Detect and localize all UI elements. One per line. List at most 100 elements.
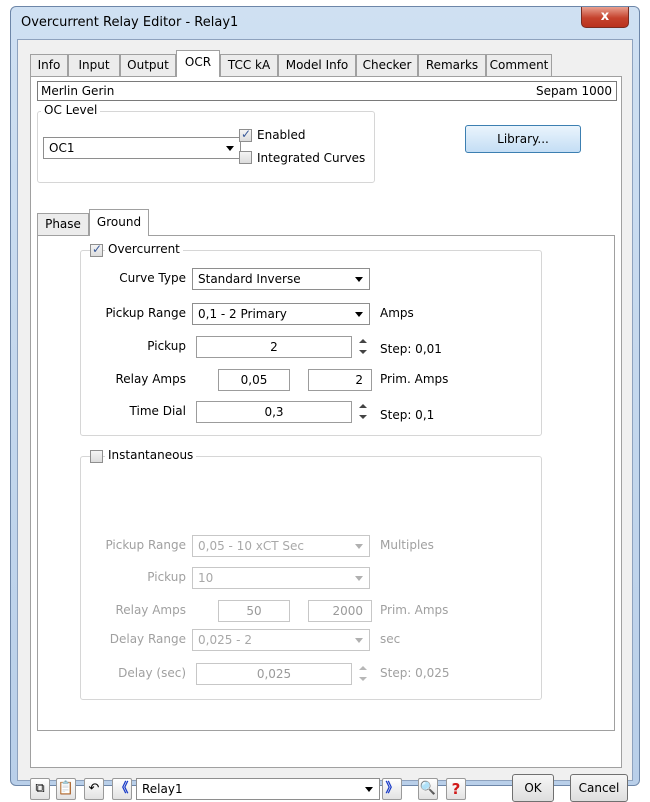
tab-model-info[interactable]: Model Info bbox=[278, 54, 356, 76]
ground-panel: Overcurrent Curve Type Standard Inverse … bbox=[37, 235, 615, 731]
delay-range-select[interactable]: 0,025 - 2 bbox=[192, 629, 370, 651]
editor-window: Overcurrent Relay Editor - Relay1 x Info… bbox=[10, 6, 640, 802]
inst-prim-amps-input[interactable]: 2000 bbox=[308, 600, 372, 622]
next-relay-button[interactable]: 》 bbox=[382, 778, 402, 800]
tab-checker[interactable]: Checker bbox=[356, 54, 418, 76]
tab-tcc-ka[interactable]: TCC kA bbox=[220, 54, 278, 76]
oc-level-value: OC1 bbox=[49, 141, 75, 155]
ok-button[interactable]: OK bbox=[512, 774, 554, 802]
subtab-phase[interactable]: Phase bbox=[37, 213, 89, 235]
integrated-curves-label: Integrated Curves bbox=[257, 151, 366, 165]
pickup-range-unit: Amps bbox=[380, 306, 414, 320]
delay-range-label: Delay Range bbox=[109, 632, 186, 646]
curve-type-label: Curve Type bbox=[119, 271, 186, 285]
pickup-range-select[interactable]: 0,1 - 2 Primary bbox=[192, 303, 370, 325]
spin-down-icon bbox=[359, 415, 367, 419]
inst-pickup-label: Pickup bbox=[147, 570, 186, 584]
find-button[interactable]: 🔍 bbox=[418, 778, 438, 800]
inst-pickup-select[interactable]: 10 bbox=[192, 567, 370, 589]
inst-relay-amps-input[interactable]: 50 bbox=[218, 600, 290, 622]
manufacturer-label: Merlin Gerin bbox=[41, 84, 115, 98]
prim-amps-input[interactable]: 2 bbox=[308, 369, 372, 391]
binoculars-icon: 🔍 bbox=[419, 781, 437, 796]
previous-relay-button[interactable]: 《 bbox=[112, 778, 132, 800]
relay-model-bar: Merlin Gerin Sepam 1000 bbox=[37, 81, 617, 101]
pickup-label: Pickup bbox=[147, 339, 186, 353]
inst-prim-amps-label: Prim. Amps bbox=[380, 603, 449, 617]
enabled-label: Enabled bbox=[257, 128, 306, 142]
spin-up-icon bbox=[359, 339, 367, 343]
chevron-down-icon bbox=[226, 146, 234, 151]
curve-type-select[interactable]: Standard Inverse bbox=[192, 268, 370, 290]
relay-amps-label: Relay Amps bbox=[115, 372, 186, 386]
title-bar[interactable]: Overcurrent Relay Editor - Relay1 x bbox=[11, 7, 639, 39]
chevron-down-icon bbox=[355, 277, 363, 282]
tab-output[interactable]: Output bbox=[120, 54, 176, 76]
relay-amps-input[interactable]: 0,05 bbox=[218, 369, 290, 391]
inst-pickup-range-select[interactable]: 0,05 - 10 xCT Sec bbox=[192, 535, 370, 557]
pickup-input[interactable]: 2 bbox=[196, 336, 352, 358]
delay-spinner[interactable] bbox=[356, 662, 370, 686]
delay-range-value: 0,025 - 2 bbox=[198, 633, 252, 647]
inst-pickup-value: 10 bbox=[198, 571, 214, 585]
delay-input[interactable]: 0,025 bbox=[196, 663, 352, 685]
chevron-down-icon bbox=[355, 312, 363, 317]
tab-ocr[interactable]: OCR bbox=[176, 50, 220, 77]
subtab-ground[interactable]: Ground bbox=[89, 209, 149, 236]
library-button[interactable]: Library... bbox=[465, 125, 581, 153]
pickup-step: Step: 0,01 bbox=[380, 342, 442, 356]
time-dial-spinner[interactable] bbox=[356, 400, 370, 424]
pickup-range-label: Pickup Range bbox=[105, 306, 186, 320]
tab-input[interactable]: Input bbox=[68, 54, 120, 76]
time-dial-label: Time Dial bbox=[129, 404, 186, 418]
window-title: Overcurrent Relay Editor - Relay1 bbox=[21, 15, 239, 30]
clipboard-icon: 📋 bbox=[57, 781, 75, 796]
pickup-spinner[interactable] bbox=[356, 335, 370, 359]
delay-label: Delay (sec) bbox=[118, 666, 186, 680]
prim-amps-label: Prim. Amps bbox=[380, 372, 449, 386]
paste-button[interactable]: 📋 bbox=[56, 778, 76, 800]
chevron-down-icon bbox=[355, 544, 363, 549]
tab-info[interactable]: Info bbox=[30, 54, 68, 76]
copy-icon: ⧉ bbox=[35, 781, 45, 796]
instantaneous-label: Instantaneous bbox=[105, 448, 197, 462]
inst-pickup-range-value: 0,05 - 10 xCT Sec bbox=[198, 539, 304, 553]
ocr-tab-panel: Merlin Gerin Sepam 1000 OC Level OC1 Ena… bbox=[30, 76, 622, 768]
delay-step: Step: 0,025 bbox=[380, 666, 450, 680]
help-icon: ? bbox=[451, 780, 461, 798]
model-label: Sepam 1000 bbox=[535, 84, 612, 98]
delay-range-unit: sec bbox=[380, 632, 401, 646]
curve-type-value: Standard Inverse bbox=[198, 272, 301, 286]
cancel-button[interactable]: Cancel bbox=[570, 774, 628, 802]
undo-button[interactable]: ↶ bbox=[84, 778, 104, 800]
overcurrent-label: Overcurrent bbox=[105, 242, 183, 256]
integrated-curves-checkbox[interactable] bbox=[239, 151, 252, 164]
tab-remarks[interactable]: Remarks bbox=[418, 54, 486, 76]
close-button[interactable]: x bbox=[581, 7, 629, 28]
inst-pickup-range-label: Pickup Range bbox=[105, 538, 186, 552]
chevron-down-icon bbox=[355, 638, 363, 643]
spin-up-icon bbox=[359, 404, 367, 408]
inst-relay-amps-label: Relay Amps bbox=[115, 603, 186, 617]
help-button[interactable]: ? bbox=[446, 778, 466, 800]
enabled-checkbox[interactable] bbox=[239, 127, 252, 142]
oc-level-label: OC Level bbox=[41, 103, 101, 117]
relay-select-value: Relay1 bbox=[142, 782, 183, 796]
chevron-down-icon bbox=[355, 576, 363, 581]
double-chevron-right-icon: 》 bbox=[385, 781, 399, 796]
phase-ground-area: Phase Ground Overcurrent Curve Type Stan… bbox=[31, 207, 623, 747]
instantaneous-checkbox[interactable] bbox=[90, 450, 103, 463]
undo-icon: ↶ bbox=[88, 781, 100, 796]
close-icon: x bbox=[600, 9, 610, 24]
spin-up-icon bbox=[359, 666, 367, 670]
oc-level-select[interactable]: OC1 bbox=[43, 137, 241, 159]
tab-comment[interactable]: Comment bbox=[486, 54, 552, 76]
copy-button[interactable]: ⧉ bbox=[30, 778, 50, 800]
overcurrent-checkbox[interactable] bbox=[90, 242, 103, 257]
double-chevron-left-icon: 《 bbox=[115, 781, 129, 796]
dialog-body: Info Input Output OCR TCC kA Model Info … bbox=[17, 39, 633, 802]
time-dial-step: Step: 0,1 bbox=[380, 408, 435, 422]
relay-select[interactable]: Relay1 bbox=[136, 778, 380, 800]
time-dial-input[interactable]: 0,3 bbox=[196, 401, 352, 423]
spin-down-icon bbox=[359, 677, 367, 681]
